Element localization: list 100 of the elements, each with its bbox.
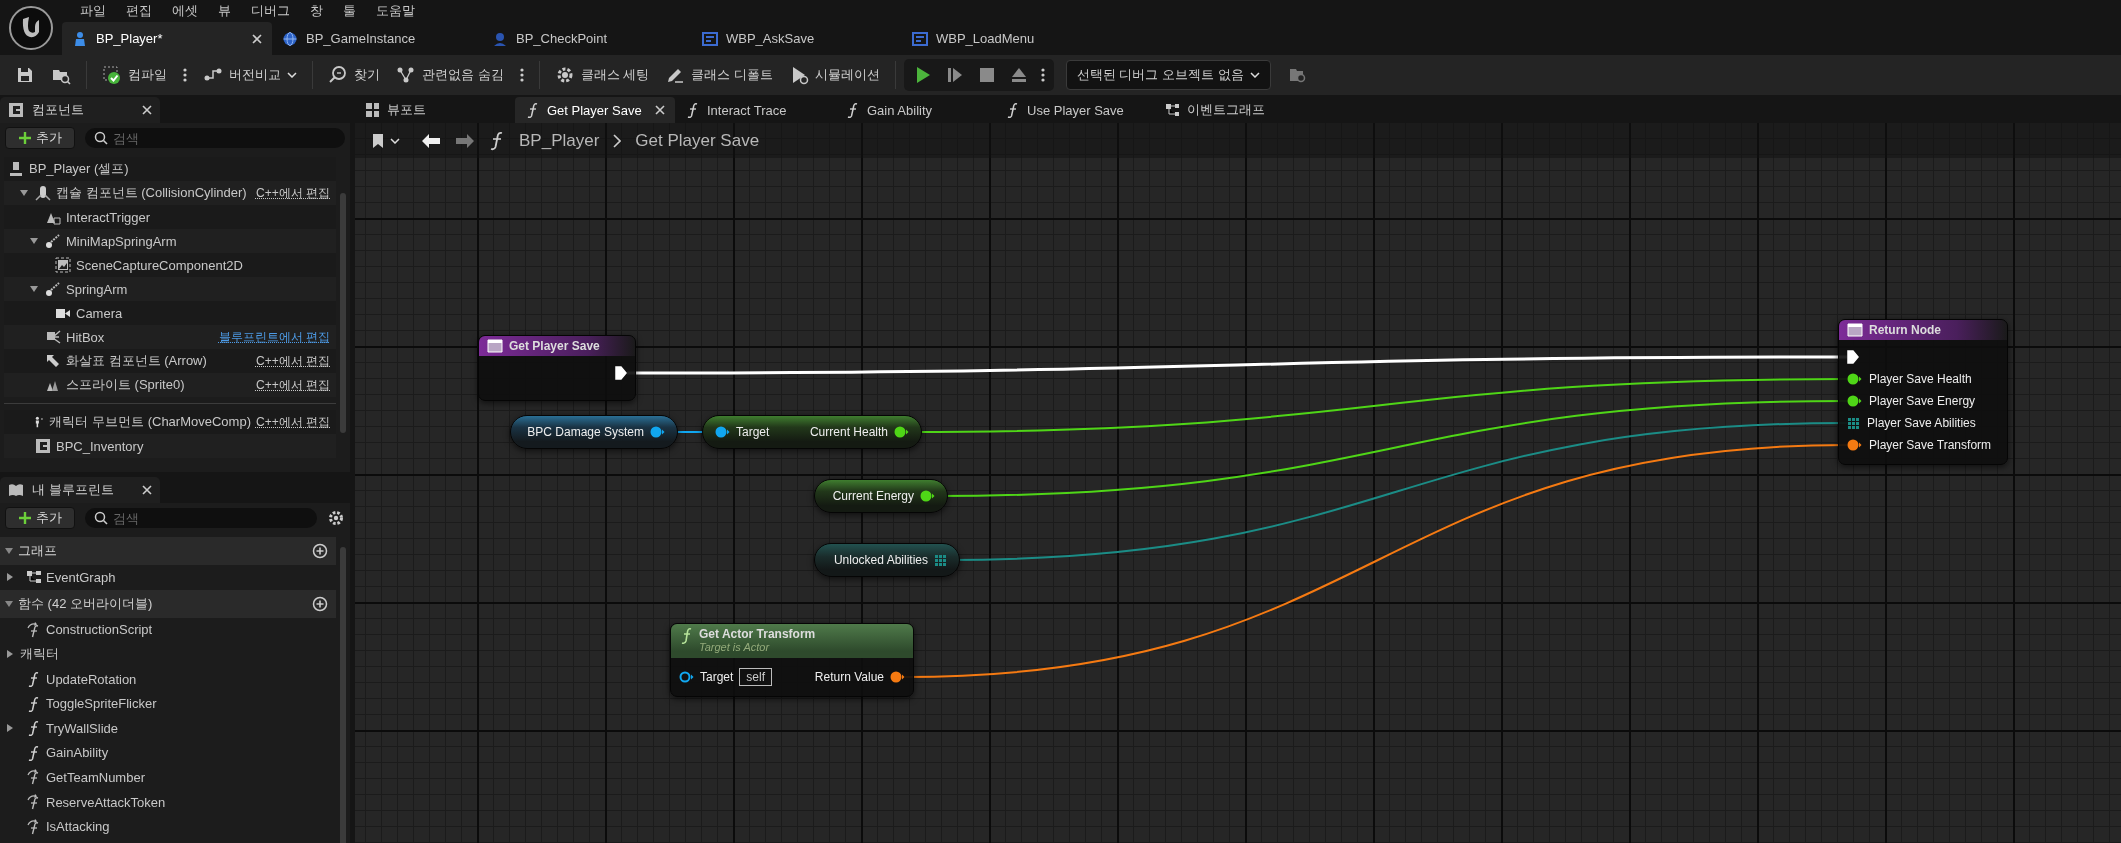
close-icon — [142, 485, 152, 495]
document-tab[interactable]: WBP_LoadMenu — [902, 22, 1112, 55]
menu-item[interactable]: 도움말 — [366, 2, 425, 20]
graph-tab[interactable]: Gain Ability — [835, 97, 995, 123]
search-icon — [94, 511, 108, 525]
chevron-icon — [613, 133, 622, 148]
edit-link[interactable]: C++에서 편집 — [256, 376, 336, 394]
class-settings-button[interactable]: 클래스 세팅 — [547, 59, 657, 91]
blueprint-item[interactable]: GainAbility — [0, 740, 350, 766]
node-icon — [487, 339, 503, 353]
viewport-icon — [365, 102, 379, 118]
search-icon — [328, 65, 348, 85]
arrow-icon — [45, 353, 61, 369]
graph-tab[interactable]: 이벤트그래프 — [1155, 97, 1315, 123]
graph-tab[interactable]: Get Player Save — [515, 97, 675, 123]
variable-node[interactable]: Unlocked Abilities — [814, 543, 960, 577]
function-icon — [681, 627, 693, 645]
debug-object-dropdown[interactable]: 선택된 디버그 오브젝트 없음 — [1065, 60, 1271, 90]
component-row[interactable]: MiniMapSpringArm — [4, 229, 336, 253]
class-defaults-button[interactable]: 클래스 디폴트 — [658, 59, 780, 91]
blueprint-item[interactable]: ConstructionScript — [0, 617, 350, 643]
hide-unrelated-button[interactable]: 관련없음 숨김 — [389, 59, 511, 91]
document-tab[interactable]: BP_GameInstance — [272, 22, 482, 55]
node-title: Get Actor Transform — [699, 627, 816, 641]
scrollbar[interactable] — [340, 193, 346, 433]
blueprint-item[interactable]: GetTeamNumber — [0, 765, 350, 790]
panel-tab[interactable]: 컴포넌트 — [0, 97, 160, 123]
search-field[interactable]: 검색 — [85, 508, 317, 528]
function-node[interactable]: Get Actor Transform Target is Actor Target self Return Value — [670, 623, 914, 697]
globe-icon — [282, 30, 298, 47]
blueprint-item[interactable]: 캐릭터 — [0, 642, 350, 667]
book-icon — [8, 482, 24, 498]
function-icon — [845, 102, 859, 118]
graph-tab[interactable]: Interact Trace — [675, 97, 835, 123]
component-row[interactable]: 캡슐 컴포넌트 (CollisionCylinder) C++에서 편집 — [4, 181, 336, 205]
section-header[interactable]: 그래프 — [0, 537, 336, 565]
save-icon — [15, 65, 35, 85]
component-name: Camera — [76, 305, 124, 321]
node-graph-icon — [396, 65, 416, 85]
graph-tab[interactable]: 뷰포트 — [355, 97, 515, 123]
component-row[interactable]: BPC_Inventory — [4, 434, 336, 458]
search-field[interactable]: 검색 — [85, 128, 345, 148]
add-button[interactable]: 추가 — [5, 507, 75, 529]
default-value-field[interactable]: self — [739, 668, 773, 686]
compile-button[interactable]: 컴파일 — [95, 59, 174, 91]
edit-link[interactable]: C++에서 편집 — [256, 352, 336, 370]
pin-label: BPC Damage System — [527, 425, 644, 439]
function-entry-node[interactable]: Get Player Save — [478, 335, 636, 401]
edit-link[interactable]: C++에서 편집 — [256, 184, 336, 202]
bookmark-icon — [372, 132, 384, 149]
panel-tab[interactable]: 내 블루프린트 — [0, 477, 160, 503]
component-icon — [35, 438, 51, 454]
blueprint-item[interactable]: TryWallSlide — [0, 715, 350, 741]
simulation-button[interactable]: 시뮬레이션 — [781, 59, 887, 91]
blueprint-item[interactable]: IsAttacking — [0, 814, 350, 839]
pin-label: Current Health — [809, 425, 888, 439]
node-title: Return Node — [1869, 323, 1941, 337]
find-button[interactable]: 찾기 — [321, 59, 387, 91]
function-icon — [685, 102, 699, 118]
graph-tab[interactable]: Use Player Save — [995, 97, 1155, 123]
settings-icon — [327, 509, 345, 527]
blueprint-item[interactable]: ToggleSpriteFlicker — [0, 691, 350, 716]
document-tab[interactable]: BP_Player* — [62, 22, 272, 55]
menu-item[interactable]: 창 — [300, 2, 333, 20]
breadcrumb-link[interactable]: Get Player Save — [635, 130, 760, 151]
edit-link[interactable]: 블루프린트에서 편집 — [218, 328, 336, 346]
pawn-icon — [8, 161, 24, 177]
menu-item[interactable]: 뷰 — [208, 2, 241, 20]
scrollbar[interactable] — [340, 547, 346, 843]
menu-item[interactable]: 에셋 — [162, 2, 208, 20]
blueprint-item[interactable]: UpdateRotation — [0, 666, 350, 692]
add-button[interactable]: 추가 — [5, 127, 75, 149]
pin-label: Return Value — [814, 670, 884, 684]
picture-frame-icon — [55, 257, 71, 273]
section-header[interactable]: 함수 (42 오버라이더블) — [0, 589, 336, 618]
diff-button[interactable]: 버전비교 — [196, 59, 304, 91]
document-tab[interactable]: BP_CheckPoint — [482, 22, 692, 55]
function-icon — [525, 102, 539, 118]
component-row[interactable]: SpringArm — [4, 277, 336, 301]
return-node[interactable]: Return Node Player Save Health Player Save Energy Player Save Abilities Player Save Transform — [1838, 319, 2008, 465]
variable-node[interactable]: BPC Damage System — [510, 415, 678, 449]
component-name: 캐릭터 무브먼트 (CharMoveComp) — [49, 413, 251, 431]
edit-link[interactable]: C++에서 편집 — [256, 413, 336, 431]
variable-node[interactable]: Current Energy — [814, 479, 948, 513]
breadcrumb-link[interactable]: BP_Player — [519, 130, 600, 151]
menu-item[interactable]: 툴 — [333, 2, 366, 20]
document-tab[interactable]: WBP_AskSave — [692, 22, 902, 55]
component-name: BPC_Inventory — [56, 438, 145, 454]
compile-check-icon — [102, 65, 122, 85]
getter-node[interactable]: Target Current Health — [702, 415, 922, 449]
component-row[interactable]: 스프라이트 (Sprite0) C++에서 편집 — [4, 373, 336, 397]
component-row[interactable]: HitBox 블루프린트에서 편집 — [4, 325, 336, 349]
graph-icon — [1165, 102, 1179, 118]
menu-item[interactable]: 파일 — [70, 2, 116, 20]
blueprint-item[interactable]: ReserveAttackToken — [0, 789, 350, 815]
menu-item[interactable]: 디버그 — [241, 2, 300, 20]
component-name: 화살표 컴포넌트 (Arrow) — [66, 352, 208, 370]
menu-item[interactable]: 편집 — [116, 2, 162, 20]
component-name: 스프라이트 (Sprite0) — [66, 376, 186, 394]
blueprint-item[interactable]: EventGraph — [0, 565, 350, 590]
